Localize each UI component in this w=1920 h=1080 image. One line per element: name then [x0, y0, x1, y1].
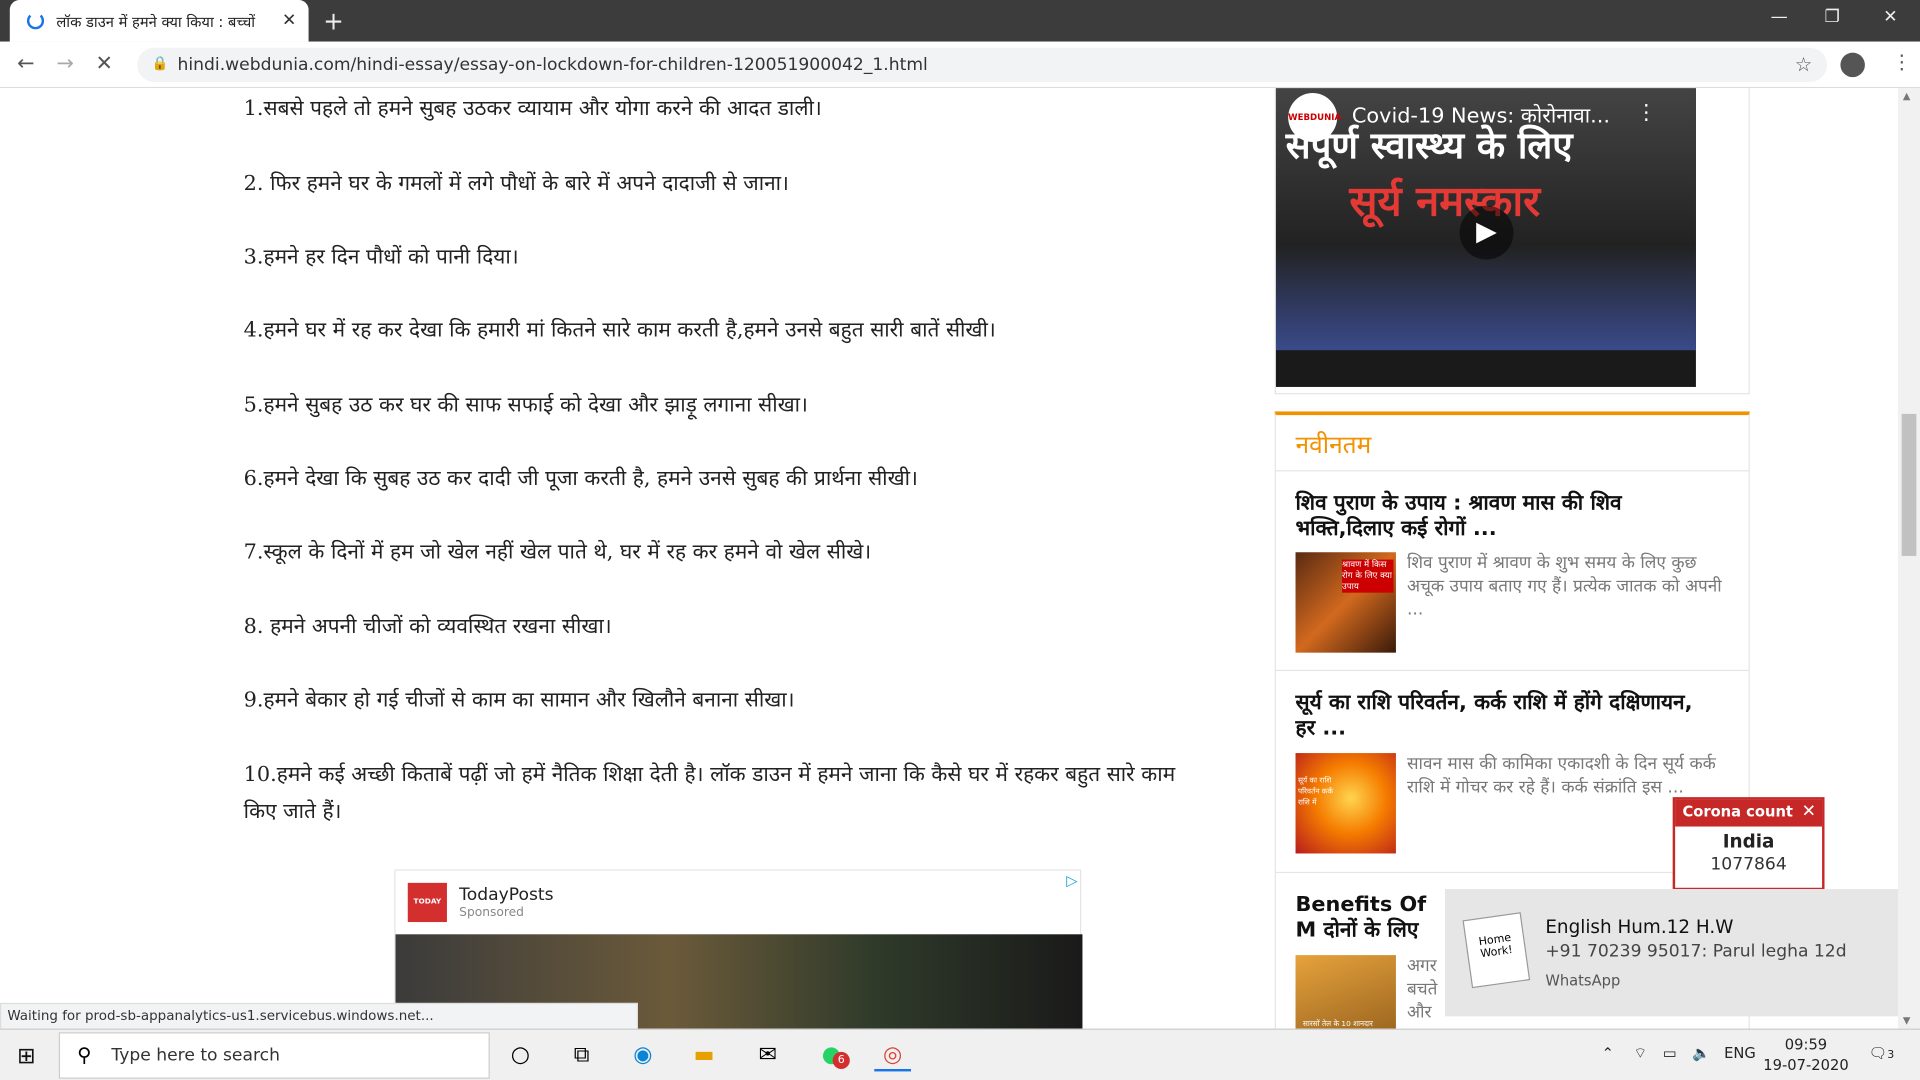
whatsapp-badge: 6 — [832, 1051, 850, 1069]
thumbnail-caption: सारसों तेल के 10 शानदार फायदे, जरूर जाने… — [1302, 1020, 1373, 1029]
restore-icon[interactable]: ❐ — [1825, 7, 1840, 27]
windows-start-icon[interactable]: ⊞ — [17, 1043, 35, 1069]
search-placeholder: Type here to search — [111, 1045, 280, 1066]
tab-strip: लॉक डाउन में हमने क्या किया : बच्चों ✕ +… — [0, 0, 1920, 42]
status-bubble: Waiting for prod-sb-appanalytics-us1.ser… — [0, 1002, 638, 1030]
clock-date: 19-07-2020 — [1763, 1056, 1849, 1074]
battery-icon[interactable]: ▭ — [1663, 1044, 1677, 1061]
back-icon[interactable]: ← — [17, 51, 34, 75]
page-scrollbar[interactable]: ▲ ▼ — [1897, 88, 1920, 1029]
news-title[interactable]: शिव पुराण के उपाय : श्रावण मास की शिव भक… — [1296, 491, 1712, 542]
page-viewport: 1.सबसे पहले तो हमने सुबह उठकर व्यायाम और… — [0, 88, 1898, 1029]
news-title[interactable]: सूर्य का राशि परिवर्तन, कर्क राशि में हो… — [1296, 691, 1712, 742]
task-view-icon[interactable]: ⧉ — [563, 1040, 600, 1072]
thumbnail-caption: सूर्य का राशि परिवर्तन कर्क राशि में — [1297, 776, 1334, 807]
article-point: 9.हमने बेकार हो गई चीजों से काम का सामान… — [243, 688, 795, 713]
clock[interactable]: 09:59 19-07-2020 — [1763, 1035, 1848, 1077]
search-icon: ⚲ — [77, 1043, 92, 1067]
notification-message: +91 70239 95017: Parul legha 12d — [1545, 941, 1847, 962]
notification-title: English Hum.12 H.W — [1545, 915, 1734, 938]
video-player[interactable]: संपूर्ण स्वास्थ्य के लिए सूर्य नमस्कार W… — [1275, 88, 1696, 387]
news-thumbnail[interactable]: सूर्य का राशि परिवर्तन कर्क राशि में — [1295, 753, 1396, 854]
article-point: 6.हमने देखा कि सुबह उठ कर दादी जी पूजा क… — [243, 466, 918, 492]
scroll-down-icon[interactable]: ▼ — [1903, 1015, 1911, 1026]
play-icon[interactable]: ▶ — [1459, 205, 1514, 260]
latest-heading: नवीनतम — [1295, 429, 1372, 460]
bookmark-star-icon[interactable]: ☆ — [1795, 53, 1813, 76]
adchoices-icon[interactable]: ▷ — [1066, 872, 1077, 889]
news-excerpt: शिव पुराण में श्रावण के शुभ समय के लिए क… — [1406, 553, 1722, 620]
close-widget-icon[interactable]: ✕ — [1802, 802, 1816, 822]
minimize-icon[interactable]: — — [1771, 7, 1788, 27]
scrollbar-thumb[interactable] — [1901, 413, 1917, 556]
article-point: 1.सबसे पहले तो हमने सुबह उठकर व्यायाम और… — [243, 96, 822, 122]
tab-title: लॉक डाउन में हमने क्या किया : बच्चों — [56, 12, 256, 31]
whatsapp-icon[interactable]: ● 6 — [813, 1040, 850, 1072]
advertiser-name[interactable]: TodayPosts — [459, 885, 553, 905]
article-point: 10.हमने कई अच्छी किताबें पढ़ीं जो हमें न… — [243, 762, 1176, 788]
menu-kebab-icon[interactable]: ⋮ — [1892, 50, 1912, 73]
corona-widget-title: Corona count — [1675, 799, 1823, 827]
volume-icon[interactable]: 🔈 — [1692, 1044, 1710, 1061]
article-point: 7.स्कूल के दिनों में हम जो खेल नहीं खेल … — [243, 540, 872, 565]
news-excerpt: सावन मास की कामिका एकादशी के दिन सूर्य क… — [1406, 754, 1716, 798]
cortana-icon[interactable]: ○ — [502, 1040, 539, 1072]
browser-tab[interactable]: लॉक डाउन में हमने क्या किया : बच्चों ✕ — [9, 0, 309, 42]
notification-image-icon: Home Work! — [1462, 912, 1531, 989]
article-point: 5.हमने सुबह उठ कर घर की साफ सफाई को देखा… — [243, 393, 808, 418]
article-point: 2. फिर हमने घर के गमलों में लगे पौधों के… — [243, 171, 789, 196]
article-point: 8. हमने अपनी चीजों को व्यवस्थित रखना सीख… — [243, 614, 612, 640]
new-tab-icon[interactable]: + — [323, 6, 344, 35]
divider — [1275, 669, 1749, 672]
notifications-icon[interactable]: 🗨3 — [1869, 1044, 1895, 1061]
network-icon[interactable]: ⌔ — [1633, 1044, 1647, 1062]
divider — [1275, 470, 1749, 472]
close-tab-icon[interactable]: ✕ — [282, 11, 296, 31]
chrome-icon[interactable]: ◎ — [874, 1040, 912, 1072]
notif-count: 3 — [1887, 1049, 1895, 1062]
news-thumbnail[interactable]: श्रावण में किस रोग के लिए क्या उपाय — [1295, 552, 1396, 653]
windows-taskbar: ⊞ ⚲ Type here to search ○ ⧉ ◉ ▬ ✉ ● 6 ◎ ⌃… — [0, 1028, 1920, 1080]
advertiser-logo: TODAY — [407, 882, 447, 923]
news-thumbnail[interactable]: सारसों तेल के 10 शानदार फायदे, जरूर जाने… — [1295, 955, 1396, 1029]
lock-icon: 🔒 — [151, 55, 169, 72]
news-excerpt: अगर बचते और ... — [1406, 956, 1438, 1028]
thumbnail-caption: श्रावण में किस रोग के लिए क्या उपाय — [1342, 559, 1394, 593]
video-title[interactable]: Covid-19 News: कोरोनावा... — [1352, 100, 1610, 128]
language-indicator[interactable]: ENG — [1724, 1044, 1756, 1061]
close-window-icon[interactable]: ✕ — [1883, 7, 1897, 27]
loading-spinner-icon — [26, 12, 45, 30]
scroll-up-icon[interactable]: ▲ — [1903, 91, 1911, 102]
webdunia-logo: WEBDUNIA — [1288, 93, 1341, 143]
tray-chevron-icon[interactable]: ⌃ — [1602, 1044, 1614, 1061]
mail-icon[interactable]: ✉ — [749, 1040, 786, 1072]
browser-toolbar: ← → ✕ 🔒 hindi.webdunia.com/hindi-essay/e… — [0, 41, 1920, 89]
profile-avatar-icon[interactable] — [1840, 52, 1865, 78]
notification-app: WhatsApp — [1545, 972, 1621, 990]
article-point: 3.हमने हर दिन पौधों को पानी दिया। — [243, 244, 519, 270]
url-text: hindi.webdunia.com/hindi-essay/essay-on-… — [177, 55, 928, 75]
stop-icon[interactable]: ✕ — [96, 51, 113, 75]
video-overlay-text: सूर्य नमस्कार — [1349, 177, 1541, 227]
forward-icon[interactable]: → — [56, 51, 73, 75]
whatsapp-notification[interactable]: Home Work! English Hum.12 H.W +91 70239 … — [1444, 888, 1898, 1017]
article-point: 4.हमने घर में रह कर देखा कि हमारी मां कि… — [243, 318, 996, 343]
article-point: किए जाते हैं। — [243, 799, 342, 825]
address-bar[interactable]: 🔒 hindi.webdunia.com/hindi-essay/essay-o… — [137, 47, 1827, 83]
corona-count-widget: Corona count ✕ India 1077864 — [1672, 797, 1825, 891]
clock-time: 09:59 — [1784, 1035, 1828, 1054]
corona-country: India — [1722, 830, 1775, 853]
file-explorer-icon[interactable]: ▬ — [686, 1040, 723, 1072]
edge-icon[interactable]: ◉ — [624, 1040, 661, 1072]
video-menu-icon[interactable]: ⋮ — [1636, 100, 1657, 124]
sponsored-label: Sponsored — [459, 906, 524, 920]
corona-count-value: 1077864 — [1710, 854, 1787, 875]
taskbar-search[interactable]: ⚲ Type here to search — [58, 1032, 490, 1079]
